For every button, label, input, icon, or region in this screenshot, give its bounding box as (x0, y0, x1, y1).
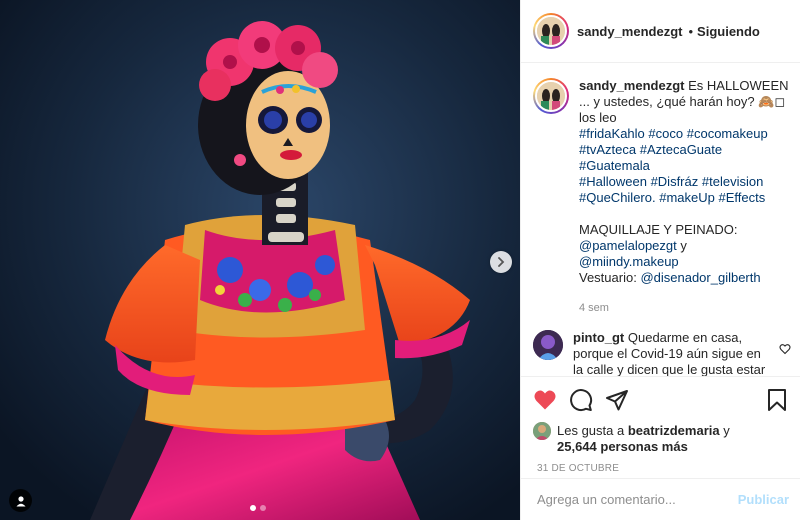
hashtag-link[interactable]: #cocomakeup (687, 126, 768, 141)
liker-avatar[interactable] (533, 422, 551, 440)
hashtag-link[interactable]: #tvAzteca (579, 142, 636, 157)
carousel-indicator (250, 505, 266, 511)
comment-bubble-icon (570, 389, 593, 412)
caption-timestamp[interactable]: 4 sem (579, 300, 789, 316)
carousel-dot (260, 505, 266, 511)
mention-link[interactable]: @miindy.makeup (579, 254, 679, 269)
carousel-next-button[interactable] (490, 251, 512, 273)
post-details-panel: sandy_mendezgt • Siguiendo sandy_mendezg… (520, 0, 800, 520)
hashtag-link[interactable]: #Disfráz (651, 174, 699, 189)
like-button[interactable] (533, 388, 557, 412)
avatar-image (533, 422, 551, 440)
likes-prefix: Les gusta a (557, 423, 628, 438)
hashtag-link[interactable]: #television (702, 174, 763, 189)
comment-input[interactable] (537, 492, 738, 507)
liker-username[interactable]: beatrizdemaria (628, 423, 720, 438)
likes-summary: Les gusta a beatrizdemaria y 25,644 pers… (521, 422, 800, 455)
tagged-users-button[interactable] (9, 489, 32, 512)
caption-line-1: Es HALLOWEEN (684, 78, 789, 93)
action-bar (521, 377, 800, 423)
bookmark-icon (768, 389, 786, 411)
save-button[interactable] (765, 388, 789, 412)
heart-filled-icon (534, 390, 556, 410)
paper-plane-icon (606, 390, 628, 411)
mention-link[interactable]: @pamelalopezgt (579, 238, 677, 253)
avatar-image (537, 82, 565, 110)
user-tag-icon (16, 495, 25, 506)
hashtag-link[interactable]: #Effects (719, 190, 766, 205)
publish-button[interactable]: Publicar (738, 492, 789, 507)
add-comment-bar: Publicar (521, 478, 800, 520)
mention-link[interactable]: @disenador_gilberth (640, 270, 760, 285)
avatar-image (533, 330, 563, 360)
caption-line-2: ... y ustedes, ¿qué harán hoy? 🙈◻ (579, 94, 786, 109)
likes-count[interactable]: 25,644 personas más (557, 439, 688, 454)
heart-outline-icon (779, 344, 791, 355)
hashtag-link[interactable]: #makeUp (659, 190, 715, 205)
hashtag-link[interactable]: #Halloween (579, 174, 647, 189)
comment-item: pinto_gt Quedarme en casa, porque el Cov… (521, 316, 800, 376)
comment-button[interactable] (569, 388, 593, 412)
comment-like-button[interactable] (779, 342, 791, 360)
chevron-right-icon (498, 257, 505, 267)
credits-title: MAQUILLAJE Y PEINADO: (579, 222, 738, 237)
hashtag-link[interactable]: #Guatemala (579, 158, 650, 173)
post-header: sandy_mendezgt • Siguiendo (521, 0, 800, 63)
post-image (0, 0, 520, 520)
caption-line-3: los leo (579, 110, 617, 125)
follow-status-button[interactable]: Siguiendo (697, 24, 760, 39)
hashtag-link[interactable]: #coco (648, 126, 683, 141)
share-button[interactable] (605, 388, 629, 412)
post-photo[interactable] (0, 0, 520, 520)
post-date[interactable]: 31 DE OCTUBRE (521, 455, 800, 474)
likes-connector: y (719, 423, 730, 438)
caption-avatar[interactable] (533, 78, 569, 114)
post-caption: sandy_mendezgt Es HALLOWEEN ... y ustede… (521, 64, 800, 316)
credits-connector: y (676, 238, 687, 253)
post-actions-section: Les gusta a beatrizdemaria y 25,644 pers… (521, 376, 800, 474)
comments-section[interactable]: sandy_mendezgt Es HALLOWEEN ... y ustede… (521, 64, 800, 376)
caption-text: sandy_mendezgt Es HALLOWEEN ... y ustede… (579, 78, 789, 316)
carousel-dot-active (250, 505, 256, 511)
commenter-avatar[interactable] (533, 330, 563, 360)
author-avatar[interactable] (533, 13, 569, 49)
wardrobe-label: Vestuario: (579, 270, 641, 285)
caption-username[interactable]: sandy_mendezgt (579, 78, 684, 93)
hashtag-link[interactable]: #AztecaGuate (640, 142, 722, 157)
hashtag-link[interactable]: #QueChilero. (579, 190, 656, 205)
hashtag-link[interactable]: #fridaKahlo (579, 126, 645, 141)
avatar-image (537, 17, 565, 45)
author-username[interactable]: sandy_mendezgt (577, 24, 682, 39)
commenter-username[interactable]: pinto_gt (573, 330, 624, 345)
header-separator: • (688, 23, 694, 39)
